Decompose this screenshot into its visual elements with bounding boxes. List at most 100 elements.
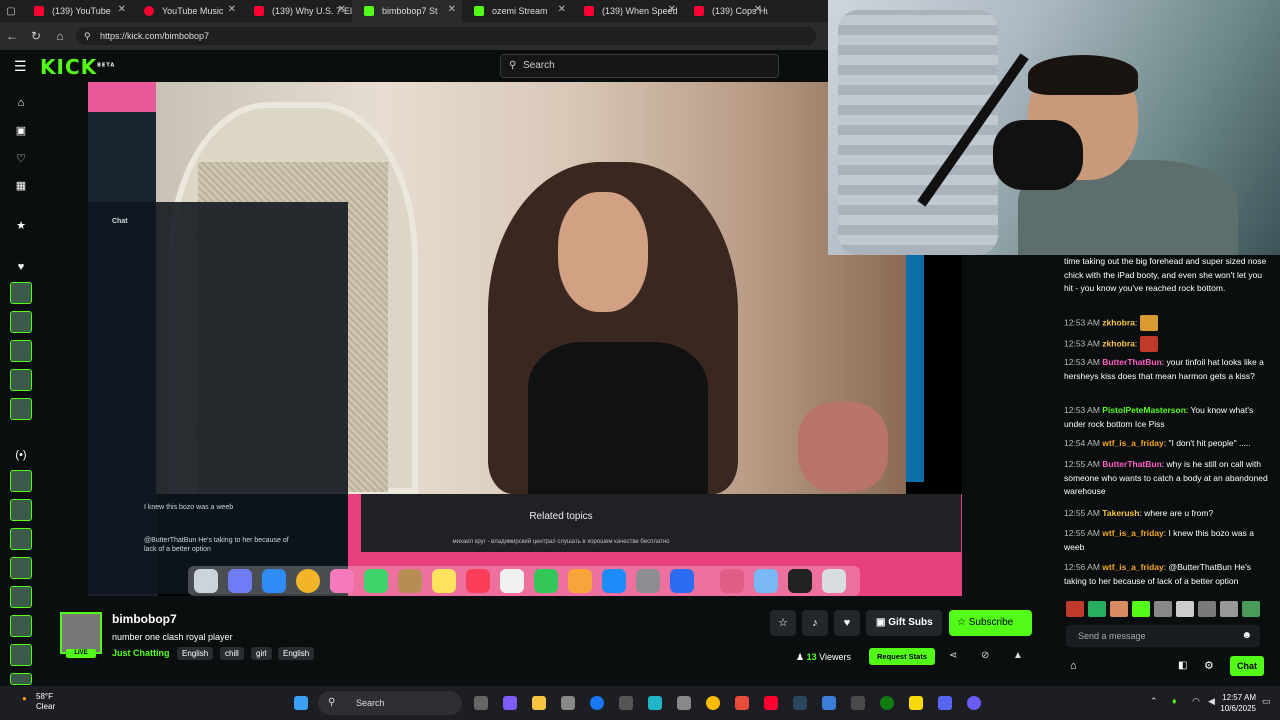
app-icon[interactable] xyxy=(619,696,633,710)
site-info-icon[interactable]: ⚲ xyxy=(84,27,91,45)
chat-message-input[interactable]: Send a message ☻ xyxy=(1066,625,1260,647)
chat-username[interactable]: wtf_is_a_friday xyxy=(1102,562,1163,572)
browser-tab[interactable]: (139) YouTube ✕ xyxy=(22,0,132,22)
close-icon[interactable]: ✕ xyxy=(668,4,676,15)
recommended-channel-avatar[interactable] xyxy=(10,557,32,579)
facebook-icon[interactable] xyxy=(590,696,604,710)
browse-icon[interactable]: ▣ xyxy=(14,124,28,138)
send-chat-button[interactable]: Chat xyxy=(1230,656,1264,676)
kick-logo[interactable]: KICKBETA xyxy=(40,55,115,79)
steam-icon[interactable] xyxy=(793,696,807,710)
emote-icon[interactable] xyxy=(1242,601,1260,617)
xbox-icon[interactable] xyxy=(880,696,894,710)
emote-icon[interactable] xyxy=(1110,601,1128,617)
tray-app-icon[interactable]: ♦ xyxy=(1172,696,1177,706)
close-icon[interactable]: ✕ xyxy=(558,4,566,15)
discord-icon[interactable] xyxy=(938,696,952,710)
chat-username[interactable]: wtf_is_a_friday xyxy=(1102,438,1163,448)
app-icon[interactable] xyxy=(735,696,749,710)
notification-bell-button[interactable]: ♪ xyxy=(802,610,828,636)
reload-icon[interactable]: ↻ xyxy=(24,29,48,43)
channel-avatar[interactable] xyxy=(60,612,102,654)
file-explorer-icon[interactable] xyxy=(532,696,546,710)
categories-icon[interactable]: ▦ xyxy=(14,179,28,193)
emote-picker-icon[interactable]: ◧ xyxy=(1178,660,1187,671)
edge-icon[interactable] xyxy=(648,696,662,710)
back-icon[interactable]: ← xyxy=(0,29,24,43)
subscribe-button[interactable]: ☆ Subscribe xyxy=(949,610,1032,636)
browser-tab-active[interactable]: bimbobop7 St ✕ xyxy=(352,0,462,22)
recommended-channel-avatar[interactable] xyxy=(10,528,32,550)
followed-channel-avatar[interactable] xyxy=(10,282,32,304)
chat-username[interactable]: zkhobra xyxy=(1102,317,1135,327)
menu-icon[interactable]: ☰ xyxy=(14,58,27,75)
taskbar-search[interactable]: ⚲ Search xyxy=(318,691,462,715)
app-icon[interactable] xyxy=(822,696,836,710)
task-view-icon[interactable] xyxy=(474,696,488,710)
app-icon[interactable] xyxy=(967,696,981,710)
close-icon[interactable]: ✕ xyxy=(228,4,236,15)
gift-icon[interactable]: ⌂ xyxy=(1070,660,1077,672)
live-broadcast-icon[interactable]: (•) xyxy=(14,448,28,462)
hide-icon[interactable]: ⊘ xyxy=(981,650,989,661)
emote-icon[interactable] xyxy=(1066,601,1084,617)
chat-username[interactable]: zkhobra xyxy=(1102,338,1135,348)
calculator-icon[interactable] xyxy=(677,696,691,710)
browser-tab[interactable]: (139) When Speed ✕ xyxy=(572,0,682,22)
emote-icon[interactable] xyxy=(1154,601,1172,617)
recommended-channel-avatar[interactable] xyxy=(10,470,32,492)
browser-tab[interactable]: (139) Why U.S. 7-El ✕ xyxy=(242,0,352,22)
taskbar-clock[interactable]: 12:57 AM 10/6/2025 xyxy=(1220,692,1256,714)
close-icon[interactable]: ✕ xyxy=(118,4,126,15)
favorite-star-button[interactable]: ☆ xyxy=(770,610,796,636)
star-icon[interactable]: ★ xyxy=(14,219,28,233)
windows-start-icon[interactable] xyxy=(294,696,308,710)
tray-overflow-icon[interactable]: ⌃ xyxy=(1150,696,1158,707)
share-icon[interactable]: ⋖ xyxy=(949,650,957,661)
followed-channel-avatar[interactable] xyxy=(10,398,32,420)
tag-chip[interactable]: English xyxy=(278,647,315,660)
report-icon[interactable]: ▲ xyxy=(1013,650,1023,661)
request-stats-button[interactable]: Request Stats xyxy=(869,648,935,665)
chrome-icon[interactable] xyxy=(706,696,720,710)
store-icon[interactable] xyxy=(561,696,575,710)
chat-username[interactable]: Takerush xyxy=(1102,508,1139,518)
following-heart-icon[interactable]: ♡ xyxy=(14,152,28,166)
settings-gear-icon[interactable]: ⚙ xyxy=(1204,659,1214,672)
chat-username[interactable]: ButterThatBun xyxy=(1102,459,1162,469)
emote-icon[interactable] xyxy=(1088,601,1106,617)
emoji-icon[interactable]: ☻ xyxy=(1241,625,1252,647)
recommended-channel-avatar[interactable] xyxy=(10,615,32,637)
wifi-icon[interactable]: ◠ xyxy=(1192,696,1200,707)
followed-channel-avatar[interactable] xyxy=(10,340,32,362)
followed-channel-avatar[interactable] xyxy=(10,311,32,333)
emote-icon[interactable] xyxy=(1220,601,1238,617)
follow-heart-button[interactable]: ♥ xyxy=(834,610,860,636)
browser-tab[interactable]: (139) Cops Hunt Dr✕ xyxy=(682,0,768,22)
emote-icon[interactable] xyxy=(1198,601,1216,617)
home-icon[interactable]: ⌂ xyxy=(48,29,72,43)
recommended-channel-avatar[interactable] xyxy=(10,673,32,685)
heart-icon[interactable]: ♥ xyxy=(14,260,28,274)
window-menu-icon[interactable]: ▢ xyxy=(0,6,22,17)
chat-username[interactable]: ButterThatBun xyxy=(1102,357,1162,367)
recommended-channel-avatar[interactable] xyxy=(10,586,32,608)
recommended-channel-avatar[interactable] xyxy=(10,499,32,521)
browser-tab[interactable]: ozemi Stream ✕ xyxy=(462,0,572,22)
close-icon[interactable]: ✕ xyxy=(448,4,456,15)
tag-chip[interactable]: chill xyxy=(220,647,244,660)
app-icon[interactable] xyxy=(851,696,865,710)
volume-icon[interactable]: ◀ xyxy=(1208,696,1215,707)
emote-icon[interactable] xyxy=(1176,601,1194,617)
weather-widget[interactable]: ● 58°F Clear xyxy=(22,692,55,712)
youtube-icon[interactable] xyxy=(764,696,778,710)
tag-chip[interactable]: girl xyxy=(251,647,272,660)
app-icon[interactable] xyxy=(909,696,923,710)
notification-icon[interactable]: ▭ xyxy=(1262,696,1271,707)
close-icon[interactable]: ✕ xyxy=(338,4,346,15)
chat-username[interactable]: wtf_is_a_friday xyxy=(1102,528,1163,538)
category-link[interactable]: Just Chatting xyxy=(112,648,170,658)
copilot-icon[interactable] xyxy=(503,696,517,710)
tag-chip[interactable]: English xyxy=(177,647,214,660)
gift-subs-button[interactable]: ▣ Gift Subs xyxy=(866,610,942,636)
